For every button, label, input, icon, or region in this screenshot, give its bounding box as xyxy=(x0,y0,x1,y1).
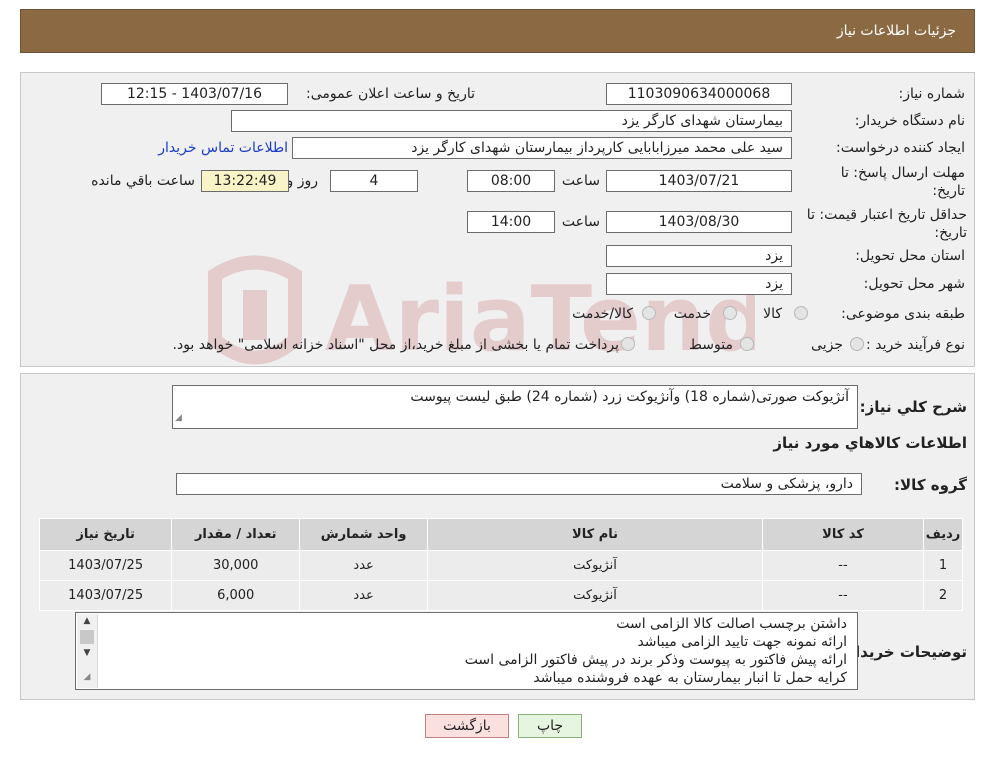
cell-row-number: 2 xyxy=(923,580,963,611)
col-header-quantity: تعداد / مقدار xyxy=(171,518,301,551)
buyer-note-line: کرایه حمل تا انبار بیمارستان به عهده فرو… xyxy=(533,670,847,686)
buyer-notes-text: داشتن برچسب اصالت کالا الزامی است ارائه … xyxy=(465,615,847,687)
days-remaining-field: 4 xyxy=(330,170,418,192)
summary-textarea[interactable]: آنژیوکت صورتی(شماره 18) وآنژیوکت زرد (شم… xyxy=(172,385,858,429)
scroll-thumb[interactable] xyxy=(80,630,94,644)
col-header-goods-code: کد کالا xyxy=(761,518,925,551)
process-treasury-radio[interactable] xyxy=(621,337,635,351)
process-medium-radio[interactable] xyxy=(740,337,754,351)
buyer-note-line: ارائه پیش فاکتور به پیوست وذکر برند در پ… xyxy=(464,652,847,668)
goods-group-field: دارو، پزشکی و سلامت xyxy=(176,473,862,495)
page-header: جزئیات اطلاعات نیاز xyxy=(20,9,975,53)
goods-group-label: گروه کالا: xyxy=(894,476,967,494)
province-label: استان محل تحویل: xyxy=(855,248,965,264)
validity-time-label: ساعت xyxy=(561,214,600,230)
page-title: جزئیات اطلاعات نیاز xyxy=(836,23,956,39)
summary-label: شرح کلي نياز: xyxy=(859,398,967,416)
remaining-time-field: 13:22:49 xyxy=(201,170,289,192)
print-button[interactable]: چاپ xyxy=(518,714,582,738)
table-row: 1 -- آنژیوکت عدد 30,000 1403/07/25 xyxy=(38,550,963,581)
announce-label: تاریخ و ساعت اعلان عمومی: xyxy=(306,86,475,102)
city-label: شهر محل تحویل: xyxy=(863,276,965,292)
scroll-down-icon[interactable]: ▼ xyxy=(77,646,97,660)
contact-buyer-link[interactable]: اطلاعات تماس خریدار xyxy=(158,140,288,156)
process-medium-label: متوسط xyxy=(689,337,733,353)
category-goods-radio[interactable] xyxy=(794,306,808,320)
cell-goods-code: -- xyxy=(761,550,925,581)
cell-unit: عدد xyxy=(299,550,429,581)
deadline-date-field: 1403/07/21 xyxy=(606,170,792,192)
category-both-radio[interactable] xyxy=(642,306,656,320)
cell-goods-name: آنژیوکت xyxy=(427,550,763,581)
province-field: یزد xyxy=(606,245,792,267)
buyer-note-line: ارائه نمونه جهت تایید الزامی میباشد xyxy=(637,634,847,650)
process-minor-label: جزیی xyxy=(811,337,843,353)
category-service-radio[interactable] xyxy=(723,306,737,320)
deadline-time-field: 08:00 xyxy=(467,170,555,192)
need-number-field: 1103090634000068 xyxy=(606,83,792,105)
category-both-label: کالا/خدمت xyxy=(572,306,633,322)
table-row: 2 -- آنژیوکت عدد 6,000 1403/07/25 xyxy=(38,580,963,611)
announce-datetime-field: 1403/07/16 - 12:15 xyxy=(101,83,288,105)
cell-row-number: 1 xyxy=(923,550,963,581)
remaining-label: ساعت باقي مانده xyxy=(91,173,195,189)
cell-need-date: 1403/07/25 xyxy=(38,550,173,581)
category-service-label: خدمت xyxy=(673,306,711,322)
cell-need-date: 1403/07/25 xyxy=(38,580,173,611)
goods-table: ردیف کد کالا نام کالا واحد شمارش تعداد /… xyxy=(38,518,963,611)
col-header-goods-name: نام کالا xyxy=(427,518,763,551)
resize-handle-icon[interactable]: ◢ xyxy=(77,668,97,686)
creator-label: ایجاد کننده درخواست: xyxy=(836,140,965,156)
buyer-note-line: داشتن برچسب اصالت کالا الزامی است xyxy=(616,616,847,632)
buyer-org-label: نام دستگاه خریدار: xyxy=(854,113,965,129)
validity-time-field: 14:00 xyxy=(467,211,555,233)
validity-date-field: 1403/08/30 xyxy=(606,211,792,233)
need-number-label: شماره نیاز: xyxy=(898,86,966,102)
cell-goods-name: آنژیوکت xyxy=(427,580,763,611)
city-field: یزد xyxy=(606,273,792,295)
process-minor-radio[interactable] xyxy=(850,337,864,351)
cell-quantity: 6,000 xyxy=(171,580,301,611)
validity-label: حداقل تاریخ اعتبار قیمت: تا تاریخ: xyxy=(806,207,967,241)
buyer-notes-textarea[interactable]: داشتن برچسب اصالت کالا الزامی است ارائه … xyxy=(75,612,858,690)
category-goods-label: کالا xyxy=(763,306,782,322)
days-label: روز و xyxy=(286,173,319,189)
col-header-unit: واحد شمارش xyxy=(299,518,429,551)
summary-text: آنژیوکت صورتی(شماره 18) وآنژیوکت زرد (شم… xyxy=(410,389,849,405)
goods-table-wrapper: ردیف کد کالا نام کالا واحد شمارش تعداد /… xyxy=(38,518,963,611)
goods-info-title: اطلاعات کالاهاي مورد نياز xyxy=(773,434,967,452)
col-header-row-number: ردیف xyxy=(923,518,963,551)
col-header-need-date: تاریخ نیاز xyxy=(38,518,173,551)
back-button[interactable]: بازگشت xyxy=(425,714,509,738)
deadline-time-label: ساعت xyxy=(561,173,600,189)
cell-quantity: 30,000 xyxy=(171,550,301,581)
creator-field: سید علی محمد میرزابابایی کارپرداز بیمارس… xyxy=(292,137,792,159)
category-label: طبقه بندی موضوعی: xyxy=(841,306,965,322)
scroll-up-icon[interactable]: ▲ xyxy=(77,614,97,628)
resize-handle-icon[interactable]: ◢ xyxy=(175,409,182,427)
process-note: پرداخت تمام یا بخشی از مبلغ خرید،از محل … xyxy=(172,337,619,353)
buyer-notes-label: توضیحات خریدار: xyxy=(840,643,967,661)
notes-scrollbar[interactable]: ▲ ▼ ◢ xyxy=(77,614,98,688)
table-header-row: ردیف کد کالا نام کالا واحد شمارش تعداد /… xyxy=(38,518,963,551)
buyer-org-field: بیمارستان شهدای کارگر یزد xyxy=(231,110,792,132)
deadline-label: مهلت ارسال پاسخ: تا تاریخ: xyxy=(840,165,965,199)
process-label: نوع فرآیند خرید : xyxy=(866,337,965,353)
cell-unit: عدد xyxy=(299,580,429,611)
cell-goods-code: -- xyxy=(761,580,925,611)
